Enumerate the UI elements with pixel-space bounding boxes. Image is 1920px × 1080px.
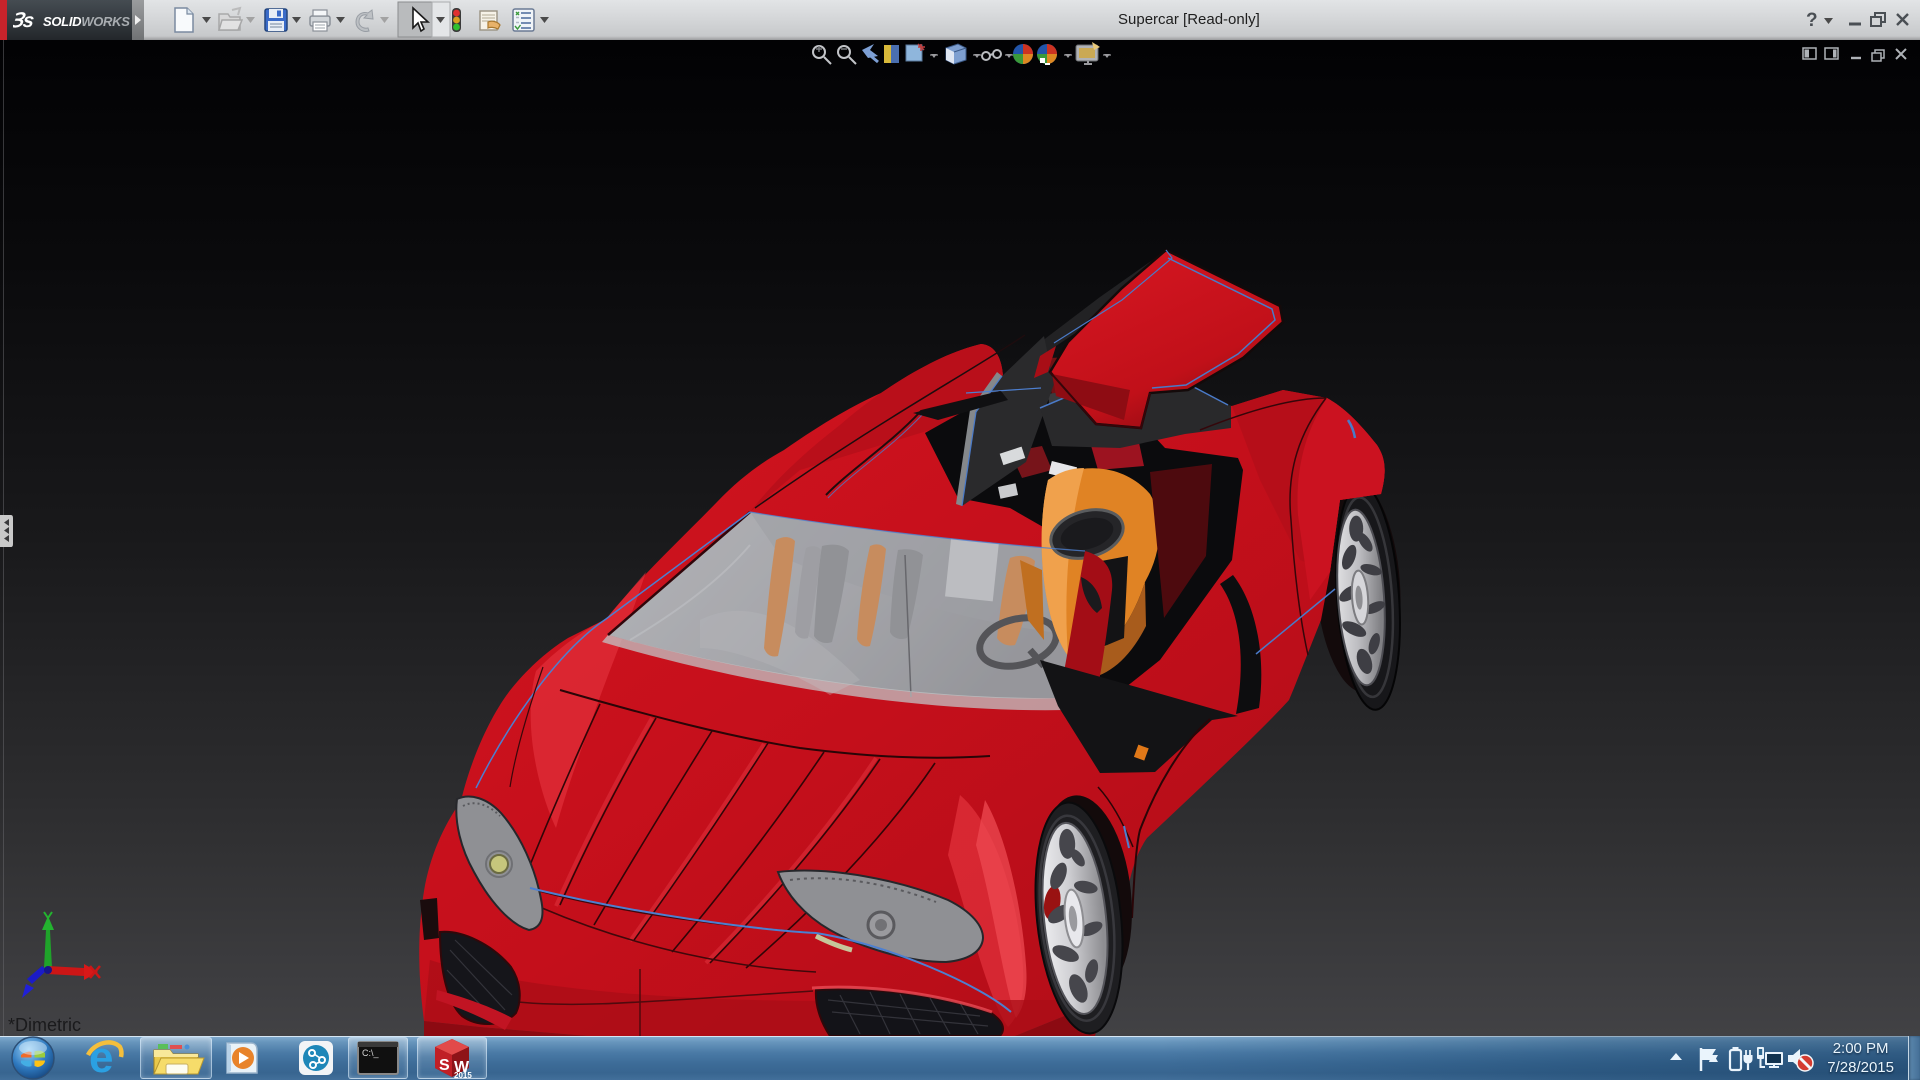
svg-text:C:\_: C:\_ [362,1048,380,1058]
svg-text:*Dimetric: *Dimetric [8,1015,81,1035]
svg-text:2015: 2015 [454,1071,472,1080]
svg-text:S: S [439,1057,450,1074]
svg-text:?: ? [1806,10,1818,31]
